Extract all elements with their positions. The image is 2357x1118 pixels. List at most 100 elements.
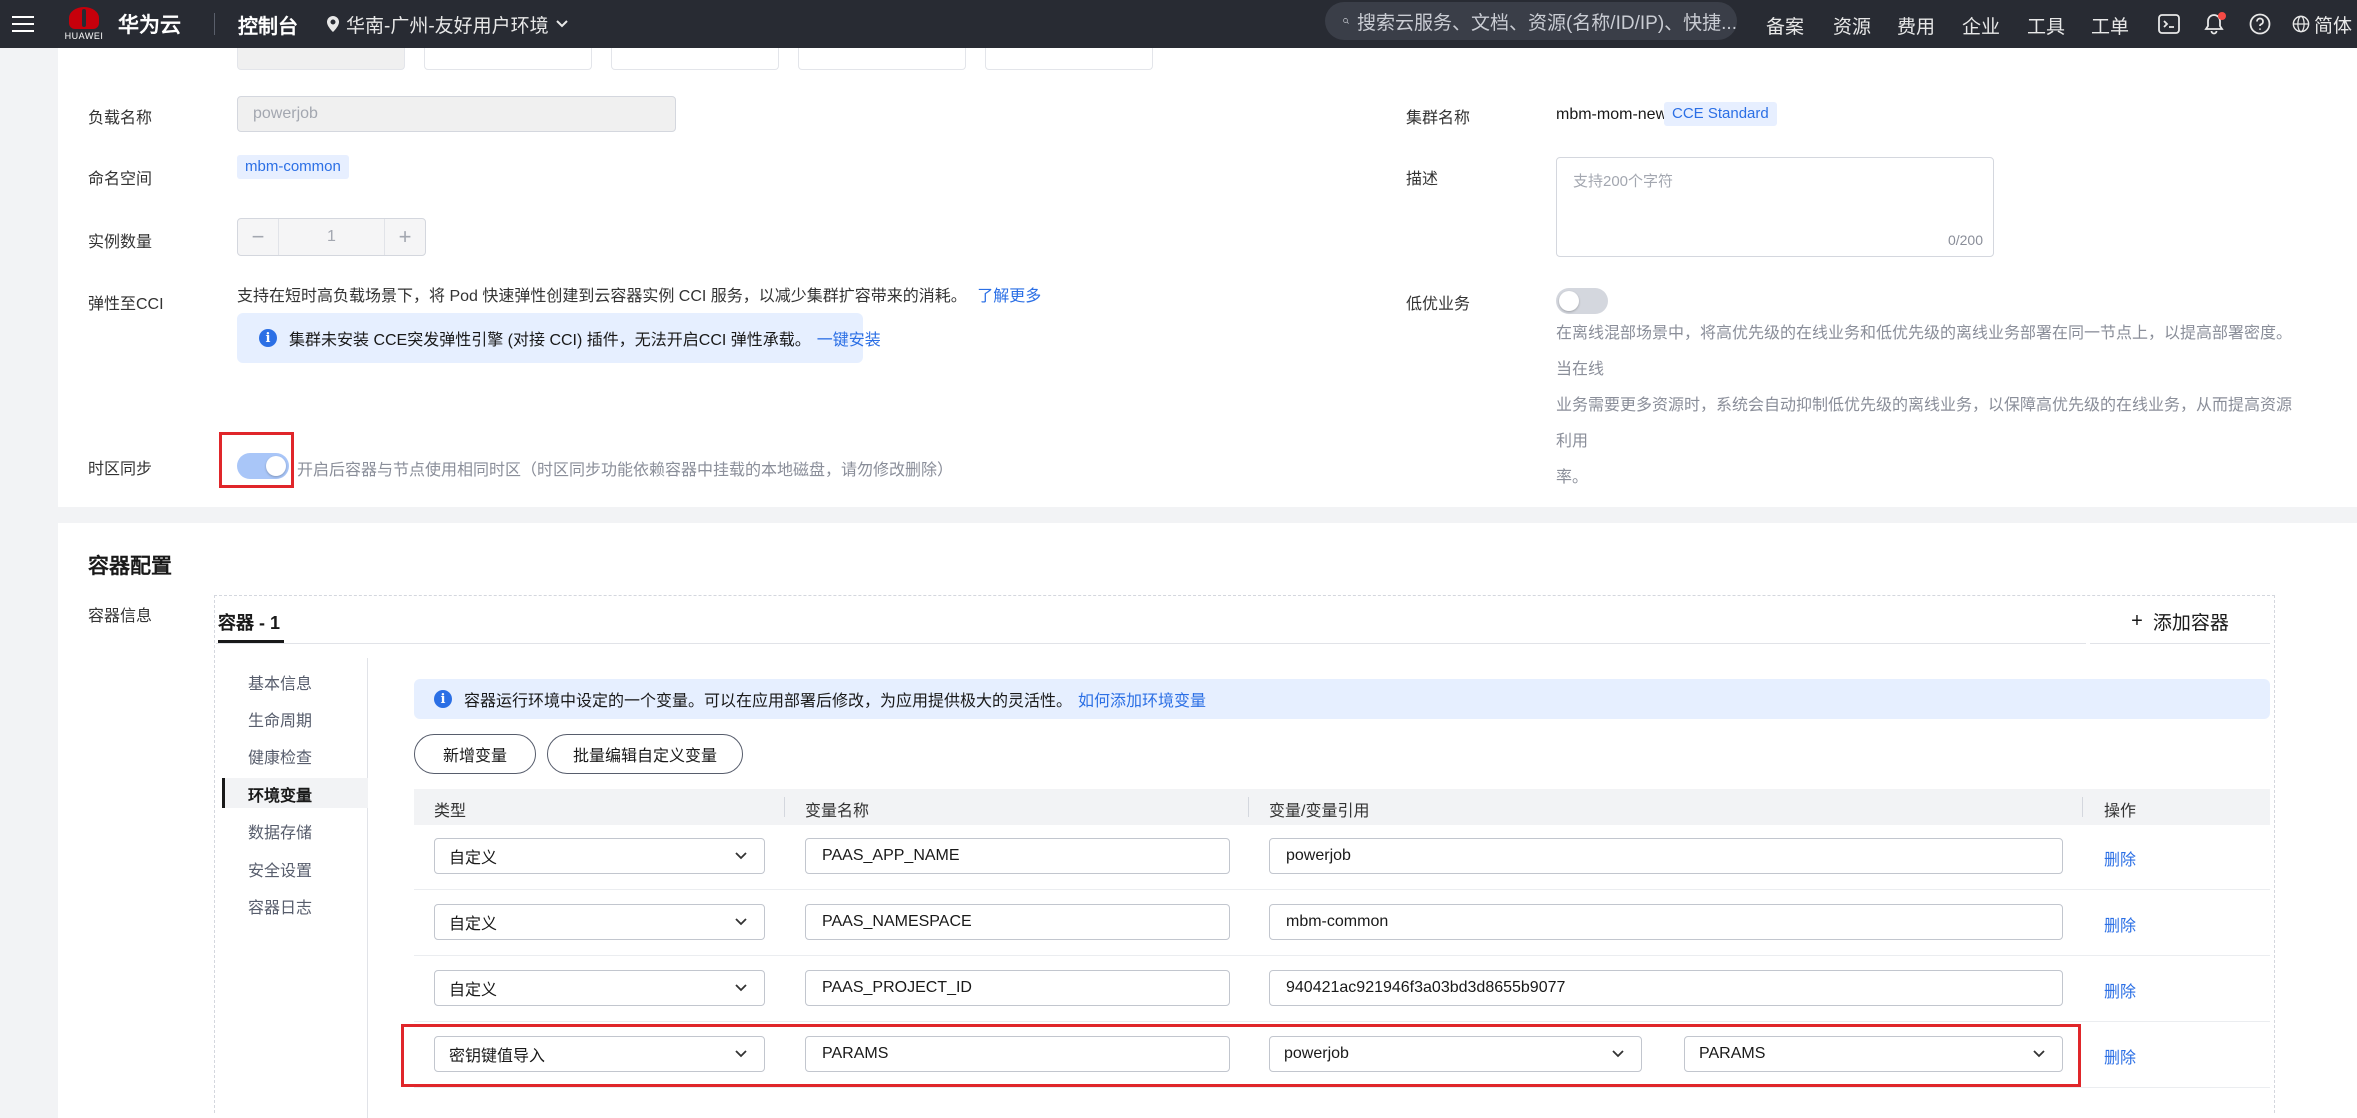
nav-tickets[interactable]: 工单 [2091,12,2129,39]
delete-variable-link[interactable]: 删除 [2104,912,2136,936]
logo-text: HUAWEI [64,31,104,41]
info-icon: i [434,690,452,708]
description-char-count: 0/200 [1947,232,1983,248]
region-selector[interactable]: 华南-广州-友好用户环境 [326,0,569,48]
workload-name-input[interactable]: powerjob [237,96,676,132]
subnav-lifecycle[interactable]: 生命周期 [248,707,312,731]
language-selector[interactable]: 简体 [2292,10,2352,38]
one-click-install-link[interactable]: 一键安装 [817,326,881,350]
column-separator [2082,797,2083,817]
variable-name-input[interactable]: PAAS_PROJECT_ID [805,970,1230,1006]
namespace-tag: mbm-common [237,155,349,179]
row-divider [414,955,2270,956]
nav-filing[interactable]: 备案 [1766,12,1804,39]
cci-notice-text: 集群未安装 CCE突发弹性引擎 (对接 CCI) 插件，无法开启CCI 弹性承载… [289,332,811,349]
variable-name-input[interactable]: PAAS_NAMESPACE [805,904,1230,940]
low-priority-desc-line: 业务需要更多资源时，系统会自动抑制低优先级的离线业务，以保障高优先级的在线业务，… [1556,397,2293,450]
variable-type-select[interactable]: 自定义 [434,970,765,1006]
row-divider [414,1021,2270,1022]
divider [214,13,215,35]
type-option-stub[interactable] [237,48,405,70]
column-separator [1248,797,1249,817]
type-option-stub[interactable] [424,48,592,70]
variable-value-input[interactable]: 940421ac921946f3a03bd3d8655b9077 [1269,970,2063,1006]
language-label: 简体 [2313,15,2352,37]
search-icon [1343,18,1349,24]
subnav-data-storage[interactable]: 数据存储 [248,819,312,843]
delete-variable-link[interactable]: 删除 [2104,846,2136,870]
cloud-shell-icon[interactable] [2155,10,2183,38]
region-label: 华南-广州-友好用户环境 [346,15,549,37]
location-pin-icon [327,16,339,32]
cci-learn-more-link[interactable]: 了解更多 [977,288,1041,305]
low-priority-toggle[interactable] [1556,288,1608,314]
search-placeholder: 搜索云服务、文档、资源(名称/ID/IP)、快捷... [1356,12,1737,34]
highlight-box [219,432,294,488]
subnav-env-variables[interactable]: 环境变量 [248,782,312,806]
highlight-box [401,1024,2081,1087]
minus-icon[interactable]: − [238,224,278,250]
notification-dot [2218,12,2226,20]
timezone-sync-description: 开启后容器与节点使用相同时区（时区同步功能依赖容器中挂载的本地磁盘，请勿修改删除… [297,462,954,479]
brand-name[interactable]: 华为云 [118,0,181,48]
subnav-basic-info[interactable]: 基本信息 [248,670,312,694]
type-option-stub[interactable] [611,48,779,70]
variable-type-select[interactable]: 自定义 [434,838,765,874]
nav-enterprise[interactable]: 企业 [1962,12,2000,39]
low-priority-desc-line: 率。 [1556,469,1589,486]
variable-type-select[interactable]: 自定义 [434,904,765,940]
how-to-add-env-link[interactable]: 如何添加环境变量 [1078,687,1206,711]
delete-variable-link[interactable]: 删除 [2104,1044,2136,1068]
add-variable-button[interactable]: 新增变量 [414,734,536,774]
notification-bell-icon[interactable] [2200,10,2228,38]
description-placeholder: 支持200个字符 [1573,173,1674,190]
row-divider [414,889,2270,890]
description-label: 描述 [1406,171,1439,188]
chevron-down-icon [735,918,747,926]
tab-divider [216,643,2086,644]
batch-edit-button[interactable]: 批量编辑自定义变量 [547,734,743,774]
workload-name-label: 负载名称 [88,110,153,127]
variable-name-input[interactable]: PAAS_APP_NAME [805,838,1230,874]
type-option-stub[interactable] [798,48,966,70]
nav-billing[interactable]: 费用 [1897,12,1935,39]
subnav-container-logs[interactable]: 容器日志 [248,894,312,918]
column-type: 类型 [434,803,467,820]
type-option-stub[interactable] [985,48,1153,70]
plus-icon[interactable]: + [385,224,425,250]
low-priority-label: 低优业务 [1406,296,1471,313]
subnav-security[interactable]: 安全设置 [248,857,312,881]
cluster-name-value: mbm-mom-new [1556,106,1668,123]
variable-value-input[interactable]: mbm-common [1269,904,2063,940]
add-container-label: 添加容器 [2152,613,2229,634]
description-textarea[interactable]: 支持200个字符 0/200 [1556,157,1994,257]
cluster-name-label: 集群名称 [1406,110,1471,127]
variable-value-input[interactable]: powerjob [1269,838,2063,874]
row-divider [414,1087,2270,1088]
tab-container-1[interactable]: 容器 - 1 [218,609,280,635]
instance-count-value[interactable]: 1 [278,219,385,255]
column-actions: 操作 [2104,803,2137,820]
section-title: 容器配置 [88,555,172,578]
container-info-label: 容器信息 [88,608,153,625]
timezone-sync-label: 时区同步 [88,461,153,478]
huawei-logo[interactable]: HUAWEI [64,0,104,48]
instance-count-stepper[interactable]: − 1 + [237,218,426,256]
cci-elastic-label: 弹性至CCI [88,296,164,313]
instance-count-label: 实例数量 [88,234,153,251]
variable-type-value: 自定义 [449,916,498,933]
hamburger-menu-icon[interactable] [12,0,38,48]
subnav-health-check[interactable]: 健康检查 [248,744,312,768]
nav-resources[interactable]: 资源 [1833,12,1871,39]
help-icon[interactable] [2246,10,2274,38]
add-container-button[interactable]: + 添加容器 [2090,600,2270,644]
toggle-knob [1559,291,1579,311]
column-variable-name: 变量名称 [805,803,870,820]
console-link[interactable]: 控制台 [238,0,298,48]
variable-type-value: 自定义 [449,850,498,867]
active-tab-underline [218,640,284,643]
global-search-input[interactable]: 搜索云服务、文档、资源(名称/ID/IP)、快捷... [1325,2,1737,40]
nav-tools[interactable]: 工具 [2027,12,2065,39]
delete-variable-link[interactable]: 删除 [2104,978,2136,1002]
cluster-type-tag: CCE Standard [1664,102,1777,126]
